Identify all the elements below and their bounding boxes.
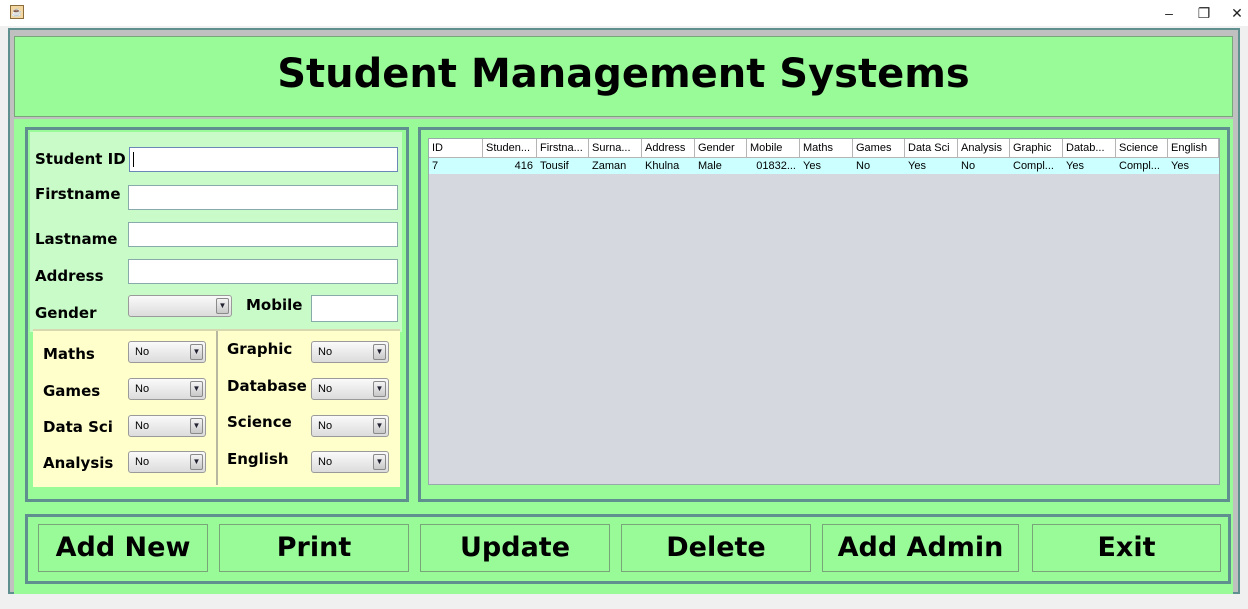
table-cell: Compl... — [1013, 160, 1054, 172]
table-row[interactable]: 7 416 Tousif Zaman Khulna Male 01832... … — [429, 158, 1219, 174]
student-id-label: Student ID — [35, 150, 126, 168]
games-label: Games — [43, 382, 101, 400]
add-new-button[interactable]: Add New — [38, 524, 208, 572]
table-cell: No — [856, 160, 871, 172]
add-admin-button[interactable]: Add Admin — [822, 524, 1019, 572]
data-sci-select[interactable]: No ▼ — [128, 415, 206, 437]
chevron-down-icon: ▼ — [190, 344, 203, 360]
data-sci-label: Data Sci — [43, 418, 113, 436]
mobile-label: Mobile — [246, 296, 303, 314]
print-button[interactable]: Print — [219, 524, 409, 572]
science-label: Science — [227, 413, 292, 431]
column-header[interactable]: Firstna... — [537, 139, 589, 157]
address-label: Address — [35, 267, 104, 285]
exit-button[interactable]: Exit — [1032, 524, 1221, 572]
table-cell: Yes — [1066, 160, 1084, 172]
column-header[interactable]: Science — [1116, 139, 1168, 157]
window-titlebar: ☕ – ❐ ✕ — [0, 0, 1248, 26]
chevron-down-icon: ▼ — [190, 381, 203, 397]
gender-label: Gender — [35, 304, 97, 322]
close-button[interactable]: ✕ — [1222, 3, 1248, 23]
delete-button[interactable]: Delete — [621, 524, 811, 572]
column-header[interactable]: Gender — [695, 139, 747, 157]
database-select[interactable]: No ▼ — [311, 378, 389, 400]
restore-button[interactable]: ❐ — [1189, 3, 1219, 23]
maths-select[interactable]: No ▼ — [128, 341, 206, 363]
firstname-input[interactable] — [128, 185, 398, 210]
subjects-divider — [216, 331, 218, 485]
table-cell: Yes — [803, 160, 821, 172]
text-caret — [133, 152, 134, 167]
column-header[interactable]: Maths — [800, 139, 853, 157]
table-cell: 01832... — [756, 160, 796, 172]
student-table[interactable]: ID Studen... Firstna... Surna... Address… — [428, 138, 1220, 485]
chevron-down-icon: ▼ — [216, 298, 229, 314]
column-header[interactable]: Address — [642, 139, 695, 157]
lastname-label: Lastname — [35, 230, 118, 248]
maths-label: Maths — [43, 345, 95, 363]
minimize-button[interactable]: – — [1154, 3, 1184, 23]
header-panel: Student Management Systems — [14, 36, 1233, 117]
java-cup-icon: ☕ — [10, 5, 24, 19]
column-header[interactable]: ID — [429, 139, 483, 157]
table-cell: Zaman — [592, 160, 627, 172]
column-header[interactable]: Games — [853, 139, 905, 157]
analysis-select[interactable]: No ▼ — [128, 451, 206, 473]
graphic-select[interactable]: No ▼ — [311, 341, 389, 363]
english-select[interactable]: No ▼ — [311, 451, 389, 473]
table-cell: No — [961, 160, 976, 172]
chevron-down-icon: ▼ — [373, 454, 386, 470]
chevron-down-icon: ▼ — [373, 381, 386, 397]
chevron-down-icon: ▼ — [190, 454, 203, 470]
analysis-label: Analysis — [43, 454, 114, 472]
page-title: Student Management Systems — [277, 51, 970, 97]
address-input[interactable] — [128, 259, 398, 284]
gender-select[interactable]: ▼ — [128, 295, 232, 317]
column-header[interactable]: Data Sci — [905, 139, 958, 157]
science-select[interactable]: No ▼ — [311, 415, 389, 437]
lastname-input[interactable] — [128, 222, 398, 247]
column-header[interactable]: Studen... — [483, 139, 537, 157]
table-header: ID Studen... Firstna... Surna... Address… — [429, 139, 1219, 158]
english-label: English — [227, 450, 289, 468]
table-cell: Yes — [908, 160, 926, 172]
firstname-label: Firstname — [35, 185, 121, 203]
column-header[interactable]: Surna... — [589, 139, 642, 157]
table-cell: Khulna — [645, 160, 680, 172]
column-header[interactable]: Mobile — [747, 139, 800, 157]
table-cell: 7 — [432, 160, 439, 172]
database-label: Database — [227, 377, 307, 395]
column-header[interactable]: Analysis — [958, 139, 1010, 157]
graphic-label: Graphic — [227, 340, 293, 358]
games-select[interactable]: No ▼ — [128, 378, 206, 400]
column-header[interactable]: Datab... — [1063, 139, 1116, 157]
table-cell: Yes — [1171, 160, 1189, 172]
update-button[interactable]: Update — [420, 524, 610, 572]
table-cell: Male — [698, 160, 722, 172]
table-cell: 416 — [514, 160, 533, 172]
column-header[interactable]: English — [1168, 139, 1219, 157]
table-cell: Tousif — [540, 160, 569, 172]
column-header[interactable]: Graphic — [1010, 139, 1063, 157]
chevron-down-icon: ▼ — [373, 344, 386, 360]
chevron-down-icon: ▼ — [190, 418, 203, 434]
mobile-input[interactable] — [311, 295, 398, 322]
table-cell: Compl... — [1119, 160, 1160, 172]
chevron-down-icon: ▼ — [373, 418, 386, 434]
student-id-input[interactable] — [129, 147, 398, 172]
